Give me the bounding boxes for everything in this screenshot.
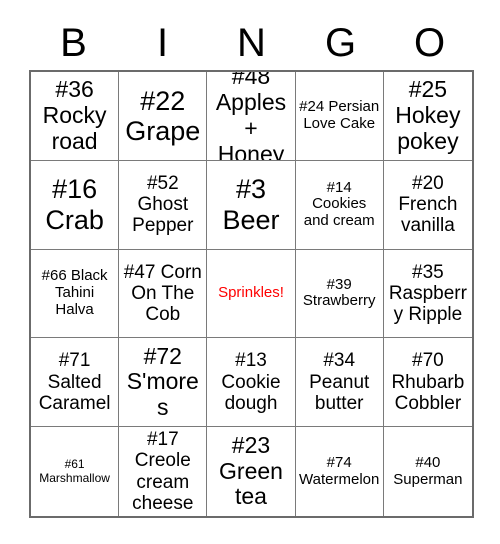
bingo-cell[interactable]: #34 Peanut butter — [295, 338, 384, 428]
bingo-header-row: B I N G O — [29, 16, 474, 70]
bingo-cell-label: #61 Marshmallow — [39, 457, 110, 485]
bingo-cell[interactable]: #16 Crab — [31, 160, 120, 250]
bingo-header-letter-i: I — [156, 21, 169, 65]
bingo-cell-label: #17 Creole cream cheese — [132, 429, 194, 514]
bingo-free-space-cell[interactable]: Sprinkles! — [207, 249, 296, 339]
bingo-cell[interactable]: #66 Black Tahini Halva — [31, 249, 120, 339]
bingo-cell[interactable]: #71 Salted Caramel — [31, 338, 120, 428]
bingo-cell[interactable]: #35 Raspberry Ripple — [383, 249, 472, 339]
bingo-cell-label: #13 Cookie dough — [221, 350, 281, 414]
bingo-cell[interactable]: #24 Persian Love Cake — [295, 72, 384, 161]
bingo-header-letter-n: N — [237, 21, 266, 65]
bingo-cell[interactable]: #52 Ghost Pepper — [119, 160, 208, 250]
bingo-cell[interactable]: #17 Creole cream cheese — [119, 427, 208, 516]
bingo-header-letter-o: O — [413, 21, 446, 65]
bingo-cell-label: #70 Rhubarb Cobbler — [391, 350, 465, 414]
bingo-cell-label: #34 Peanut butter — [309, 350, 370, 414]
bingo-cell-label: #25 Hokey pokey — [395, 76, 461, 154]
bingo-cell[interactable]: #70 Rhubarb Cobbler — [383, 338, 472, 428]
bingo-cell[interactable]: #72 S'mores — [119, 338, 208, 428]
bingo-cell[interactable]: #36 Rocky road — [31, 72, 120, 161]
bingo-cell-label: #48 Apples + Honey — [215, 72, 287, 161]
bingo-cell[interactable]: #20 French vanilla — [383, 160, 472, 250]
bingo-cell-label: #3 Beer — [222, 174, 280, 235]
bingo-cell-label: #16 Crab — [45, 174, 104, 235]
bingo-cell[interactable]: #47 Corn On The Cob — [119, 249, 208, 339]
bingo-cell-label: #22 Grape — [125, 85, 201, 146]
bingo-cell[interactable]: #3 Beer — [207, 160, 296, 250]
bingo-cell[interactable]: #25 Hokey pokey — [383, 72, 472, 161]
bingo-header-letter-g: G — [324, 21, 357, 65]
bingo-cell-label: #47 Corn On The Cob — [123, 261, 202, 326]
bingo-cell[interactable]: #22 Grape — [119, 72, 208, 161]
bingo-cell-label: #74 Watermelon — [299, 453, 380, 488]
bingo-cell[interactable]: #74 Watermelon — [295, 427, 384, 516]
bingo-cell-label: #52 Ghost Pepper — [132, 172, 194, 237]
bingo-card: B I N G O #36 Rocky road #22 Grape #48 App… — [0, 0, 500, 544]
bingo-cell[interactable]: #61 Marshmallow — [31, 427, 120, 516]
bingo-cell-label: #35 Raspberry Ripple — [388, 261, 467, 326]
bingo-cell[interactable]: #23 Green tea — [207, 427, 296, 516]
bingo-cell-label: #66 Black Tahini Halva — [41, 267, 108, 318]
bingo-cell-label: #40 Superman — [393, 453, 463, 488]
bingo-cell-label: #72 S'mores — [126, 342, 199, 421]
bingo-cell-label: Sprinkles! — [218, 284, 284, 302]
bingo-cell-label: #71 Salted Caramel — [38, 350, 111, 414]
bingo-cell[interactable]: #40 Superman — [383, 427, 472, 516]
bingo-cell-label: #36 Rocky road — [42, 76, 107, 154]
bingo-cell[interactable]: #13 Cookie dough — [207, 338, 296, 428]
bingo-cell[interactable]: #14 Cookies and cream — [295, 160, 384, 250]
bingo-cell-label: #14 Cookies and cream — [303, 178, 375, 230]
bingo-cell-label: #23 Green tea — [219, 431, 283, 510]
bingo-header-letter-b: B — [60, 21, 87, 65]
bingo-cell[interactable]: #48 Apples + Honey — [207, 72, 296, 161]
bingo-cell[interactable]: #39 Strawberry — [295, 249, 384, 339]
bingo-cell-label: #20 French vanilla — [398, 172, 458, 237]
bingo-grid: #36 Rocky road #22 Grape #48 Apples + Hone… — [29, 70, 474, 518]
bingo-cell-label: #39 Strawberry — [302, 275, 376, 310]
bingo-cell-label: #24 Persian Love Cake — [299, 98, 380, 132]
